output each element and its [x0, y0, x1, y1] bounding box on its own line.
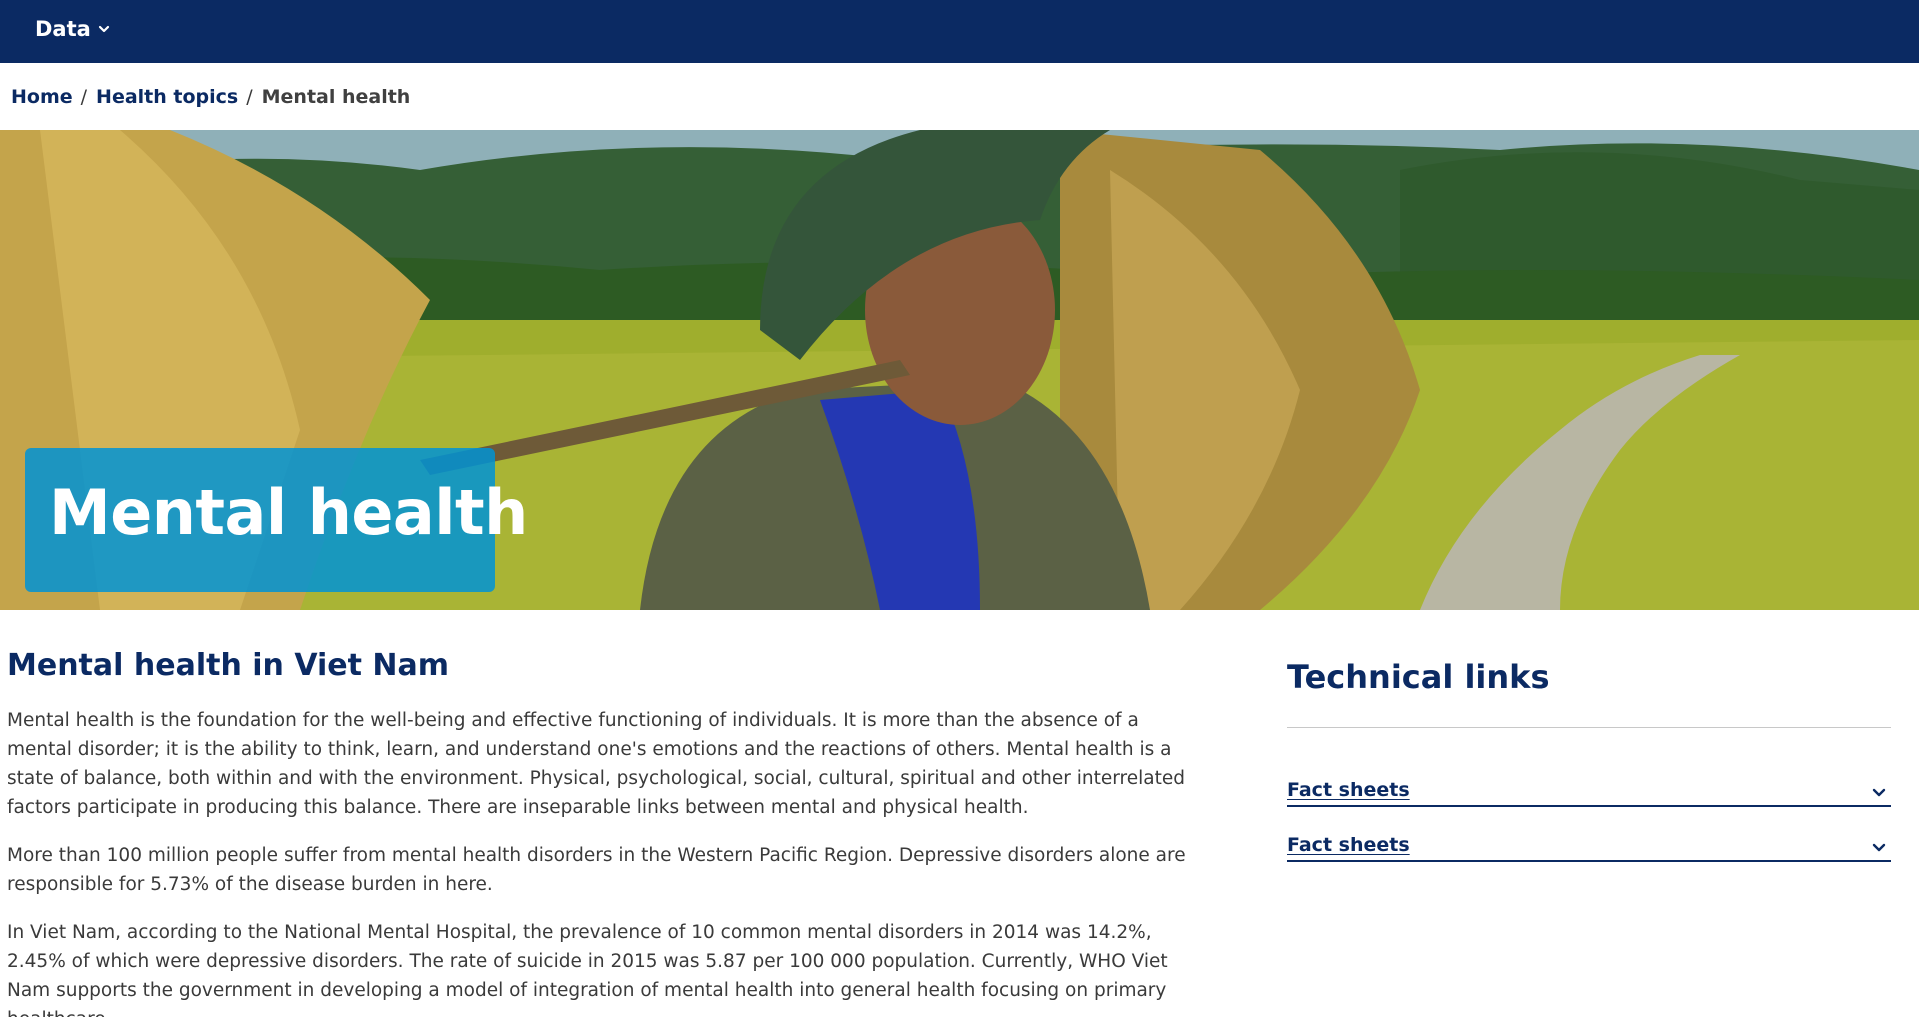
- section-heading: Mental health in Viet Nam: [7, 648, 450, 683]
- hero-banner: Mental health: [0, 130, 1919, 610]
- chevron-down-icon: [1872, 843, 1886, 852]
- chevron-down-icon: [1872, 788, 1886, 797]
- accordion-label: Fact sheets: [1287, 779, 1410, 801]
- data-menu-label: Data: [35, 17, 91, 41]
- viet-nam-paragraph: In Viet Nam, according to the National M…: [7, 922, 1168, 1017]
- sidebar-divider: [1287, 727, 1891, 728]
- breadcrumb-separator: /: [246, 86, 253, 108]
- data-menu-button[interactable]: Data: [35, 17, 111, 41]
- accordion-label: Fact sheets: [1287, 834, 1410, 856]
- region-paragraph: More than 100 million people suffer from…: [7, 845, 1186, 895]
- sidebar-heading: Technical links: [1287, 658, 1550, 696]
- top-nav-bar: Data: [0, 0, 1919, 63]
- breadcrumb-current-page: Mental health: [261, 86, 411, 108]
- fact-sheets-accordion[interactable]: Fact sheets: [1287, 832, 1891, 862]
- breadcrumb: Home / Health topics / Mental health: [11, 84, 410, 110]
- breadcrumb-home-link[interactable]: Home: [11, 86, 73, 108]
- breadcrumb-separator: /: [80, 86, 88, 108]
- breadcrumb-health-topics-link[interactable]: Health topics: [96, 86, 238, 108]
- intro-paragraph: Mental health is the foundation for the …: [7, 710, 1185, 818]
- chevron-down-icon: [98, 25, 109, 33]
- fact-sheets-accordion[interactable]: Fact sheets: [1287, 777, 1891, 807]
- page-title: Mental health: [49, 476, 528, 549]
